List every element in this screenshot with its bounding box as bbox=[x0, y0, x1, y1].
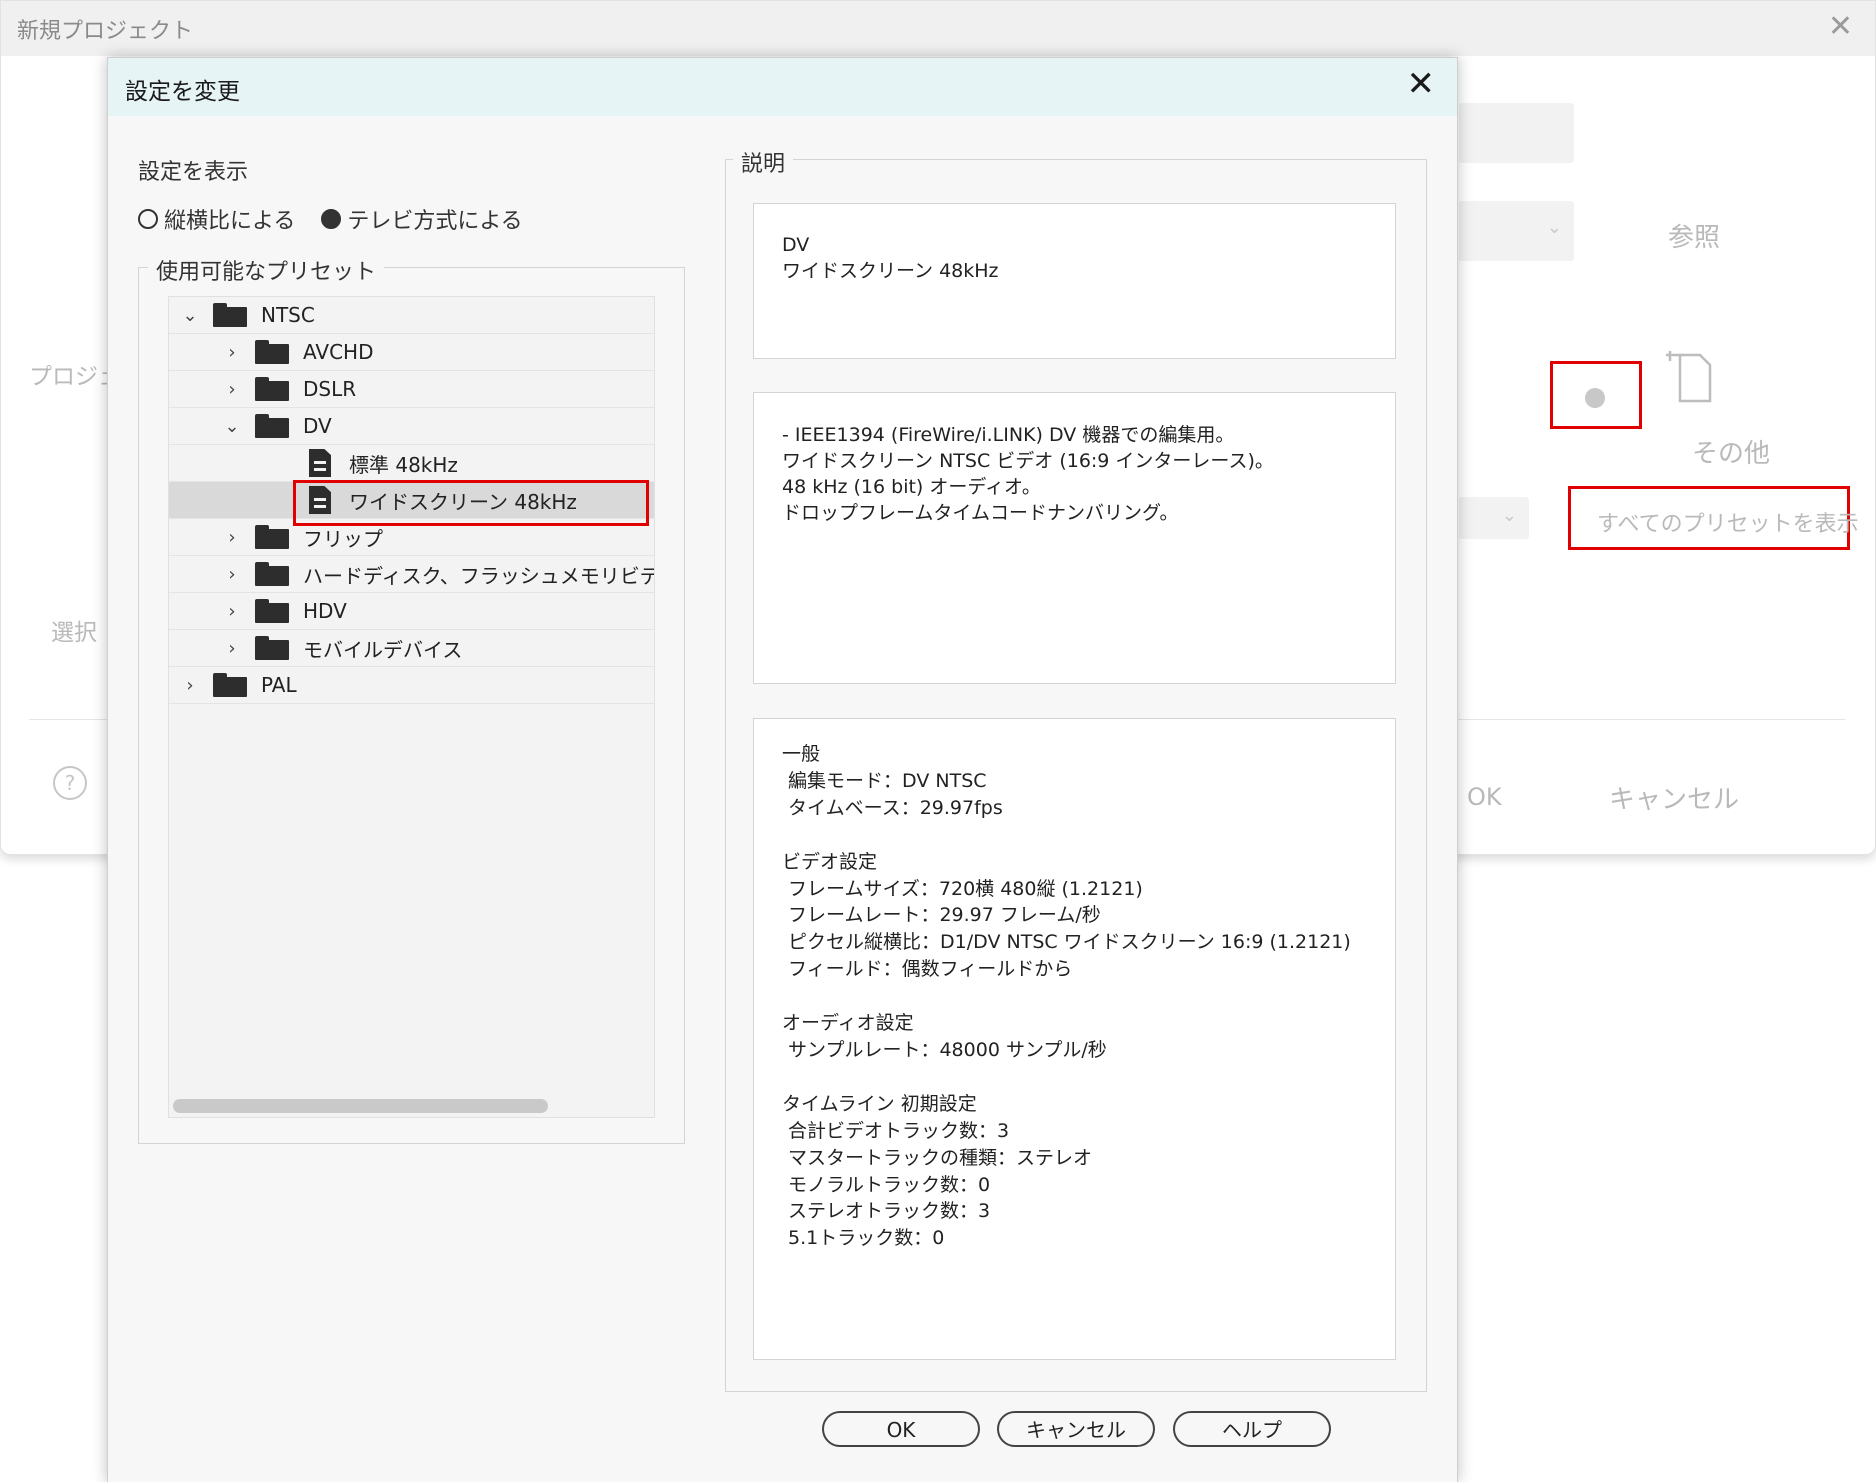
chevron-down-icon[interactable]: ⌄ bbox=[179, 305, 201, 326]
close-icon[interactable]: ✕ bbox=[1407, 64, 1436, 104]
tree-item-label: 標準 48kHz bbox=[349, 452, 458, 477]
tree-item-pal[interactable]: › PAL bbox=[169, 667, 654, 704]
change-settings-dialog: 設定を変更 ✕ 設定を表示 縦横比による テレビ方式による 使用可能なプリセット… bbox=[107, 57, 1458, 1482]
radio-dot[interactable] bbox=[1585, 388, 1605, 408]
tree-item-flip[interactable]: › フリップ bbox=[169, 519, 654, 556]
preset-summary-pane: - IEEE1394 (FireWire/i.LINK) DV 機器での編集用。… bbox=[753, 392, 1396, 684]
dialog-titlebar: 設定を変更 ✕ bbox=[108, 58, 1457, 116]
preset-file-icon bbox=[309, 449, 331, 477]
tree-item-label: PAL bbox=[261, 673, 297, 697]
chevron-right-icon[interactable]: › bbox=[221, 601, 243, 622]
preset-name-pane: DV ワイドスクリーン 48kHz bbox=[753, 203, 1396, 359]
cancel-button[interactable]: キャンセル bbox=[997, 1411, 1155, 1447]
tree-item-hard-disk-flash[interactable]: › ハードディスク、フラッシュメモリビデオカ bbox=[169, 556, 654, 593]
highlight-radio-box bbox=[1550, 361, 1642, 429]
preset-name-text: DV ワイドスクリーン 48kHz bbox=[782, 234, 999, 282]
bg-cancel-button[interactable]: キャンセル bbox=[1609, 779, 1739, 816]
folder-icon bbox=[255, 340, 289, 364]
help-icon[interactable]: ? bbox=[53, 766, 87, 800]
radio-filled-icon bbox=[321, 209, 342, 229]
folder-icon bbox=[255, 525, 289, 549]
preset-tree[interactable]: ⌄ NTSC › AVCHD › DSLR ⌄ DV 標準 48kHz ワイドス… bbox=[168, 296, 655, 1118]
tree-item-hdv[interactable]: › HDV bbox=[169, 593, 654, 630]
radio-tv-standard-label: テレビ方式による bbox=[347, 209, 523, 234]
name-field[interactable] bbox=[1459, 103, 1574, 163]
folder-icon bbox=[255, 377, 289, 401]
chevron-right-icon[interactable]: › bbox=[179, 675, 201, 696]
location-dropdown[interactable]: ⌄ bbox=[1459, 201, 1574, 261]
tree-item-dv[interactable]: ⌄ DV bbox=[169, 408, 654, 445]
tree-item-avchd[interactable]: › AVCHD bbox=[169, 334, 654, 371]
radio-aspect-ratio-label: 縦横比による bbox=[164, 209, 296, 234]
tree-item-label: DSLR bbox=[303, 377, 357, 401]
preset-details-text: 一般 編集モード：DV NTSC タイムベース：29.97fps ビデオ設定 フ… bbox=[782, 743, 1351, 1250]
new-project-title: 新規プロジェクト bbox=[17, 19, 194, 44]
chevron-right-icon[interactable]: › bbox=[221, 564, 243, 585]
chevron-right-icon[interactable]: › bbox=[221, 638, 243, 659]
folder-icon bbox=[255, 636, 289, 660]
tree-item-label: ハードディスク、フラッシュメモリビデオカ bbox=[303, 563, 654, 588]
folder-open-icon bbox=[213, 303, 247, 327]
radio-tv-standard[interactable]: テレビ方式による bbox=[321, 203, 523, 235]
tree-item-label: DV bbox=[303, 414, 332, 438]
tree-item-label: モバイルデバイス bbox=[303, 637, 463, 662]
chevron-right-icon[interactable]: › bbox=[221, 342, 243, 363]
new-project-titlebar: 新規プロジェクト ✕ bbox=[1, 1, 1875, 56]
tree-item-label: NTSC bbox=[261, 303, 315, 327]
folder-icon bbox=[255, 562, 289, 586]
dialog-title: 設定を変更 bbox=[125, 79, 240, 105]
display-settings-label: 設定を表示 bbox=[138, 160, 249, 185]
chevron-right-icon[interactable]: › bbox=[221, 379, 243, 400]
preset-summary-text: - IEEE1394 (FireWire/i.LINK) DV 機器での編集用。… bbox=[782, 424, 1274, 524]
presets-group-label: 使用可能なプリセット bbox=[148, 254, 385, 286]
chevron-down-icon[interactable]: ⌄ bbox=[221, 416, 243, 437]
radio-aspect-ratio[interactable]: 縦横比による bbox=[138, 203, 295, 235]
show-all-presets-button[interactable]: すべてのプリセットを表示 bbox=[1597, 506, 1859, 538]
display-mode-radio-group: 縦横比による テレビ方式による bbox=[138, 204, 549, 234]
other-label: その他 bbox=[1692, 439, 1771, 469]
tree-item-dslr[interactable]: › DSLR bbox=[169, 371, 654, 408]
browse-button[interactable]: 参照 bbox=[1668, 217, 1720, 254]
highlight-show-all-box: すべてのプリセットを表示 bbox=[1568, 486, 1859, 550]
tree-item-label: フリップ bbox=[303, 526, 383, 551]
tree-item-mobile-devices[interactable]: › モバイルデバイス bbox=[169, 630, 654, 667]
radio-empty-icon bbox=[138, 209, 158, 229]
chevron-down-icon: ⌄ bbox=[1501, 505, 1517, 526]
select-label: 選択 bbox=[51, 620, 97, 646]
folder-open-icon bbox=[255, 414, 289, 438]
tree-item-ntsc[interactable]: ⌄ NTSC bbox=[169, 297, 654, 334]
new-document-icon[interactable] bbox=[1666, 345, 1726, 405]
bg-ok-button[interactable]: OK bbox=[1467, 783, 1502, 811]
folder-icon bbox=[255, 599, 289, 623]
close-icon[interactable]: ✕ bbox=[1828, 9, 1853, 44]
chevron-right-icon[interactable]: › bbox=[221, 527, 243, 548]
help-button[interactable]: ヘルプ bbox=[1173, 1411, 1331, 1447]
tree-item-standard-48khz[interactable]: 標準 48kHz bbox=[169, 445, 654, 482]
preset-dropdown[interactable]: ⌄ bbox=[1459, 497, 1529, 539]
ok-button[interactable]: OK bbox=[822, 1411, 980, 1447]
description-label: 説明 bbox=[733, 146, 794, 178]
preset-details-pane: 一般 編集モード：DV NTSC タイムベース：29.97fps ビデオ設定 フ… bbox=[753, 718, 1396, 1360]
tree-item-label: HDV bbox=[303, 599, 347, 623]
chevron-down-icon: ⌄ bbox=[1546, 217, 1562, 238]
folder-icon bbox=[213, 673, 247, 697]
tree-item-label: AVCHD bbox=[303, 340, 374, 364]
horizontal-scrollbar[interactable] bbox=[173, 1099, 548, 1113]
